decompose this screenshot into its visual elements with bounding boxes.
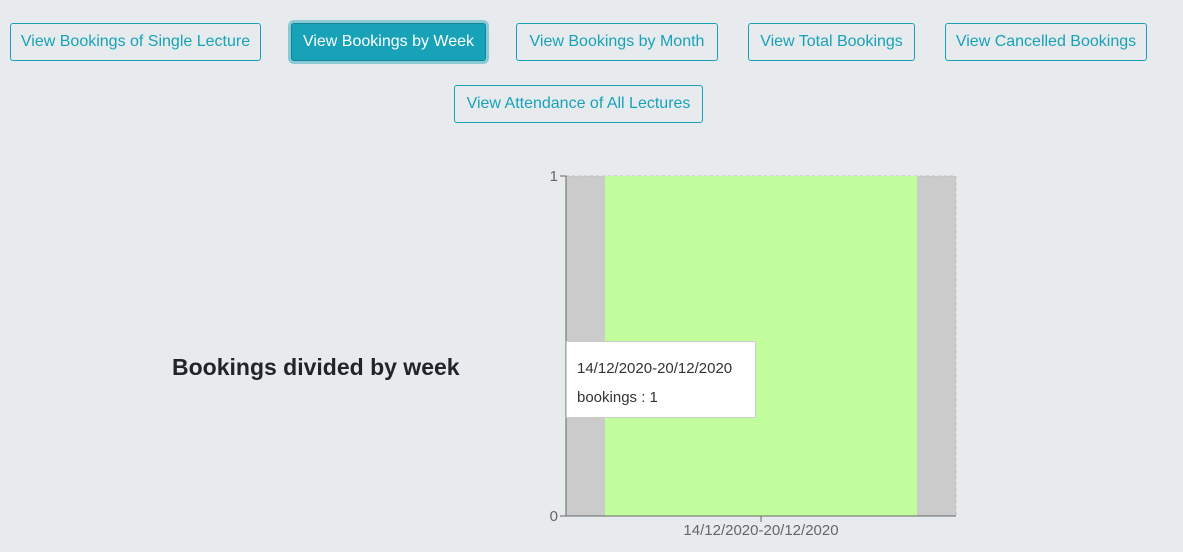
- y-tick-label-1: 1: [550, 168, 558, 185]
- view-bookings-by-month-button[interactable]: View Bookings by Month: [516, 23, 718, 61]
- chart-title: Bookings divided by week: [172, 354, 460, 380]
- view-bookings-single-lecture-button[interactable]: View Bookings of Single Lecture: [10, 23, 261, 61]
- tooltip-label: 14/12/2020-20/12/2020: [577, 360, 733, 377]
- x-tick-label-0: 14/12/2020-20/12/2020: [683, 522, 838, 539]
- chart-tooltip: 14/12/2020-20/12/2020 bookings : 1: [566, 341, 756, 418]
- view-total-bookings-button[interactable]: View Total Bookings: [748, 23, 915, 61]
- view-cancelled-bookings-button[interactable]: View Cancelled Bookings: [945, 23, 1147, 61]
- tooltip-value: bookings : 1: [577, 389, 658, 406]
- view-attendance-all-lectures-button[interactable]: View Attendance of All Lectures: [454, 85, 703, 123]
- y-tick-label-0: 0: [550, 508, 558, 525]
- view-bookings-by-week-button[interactable]: View Bookings by Week: [291, 23, 486, 61]
